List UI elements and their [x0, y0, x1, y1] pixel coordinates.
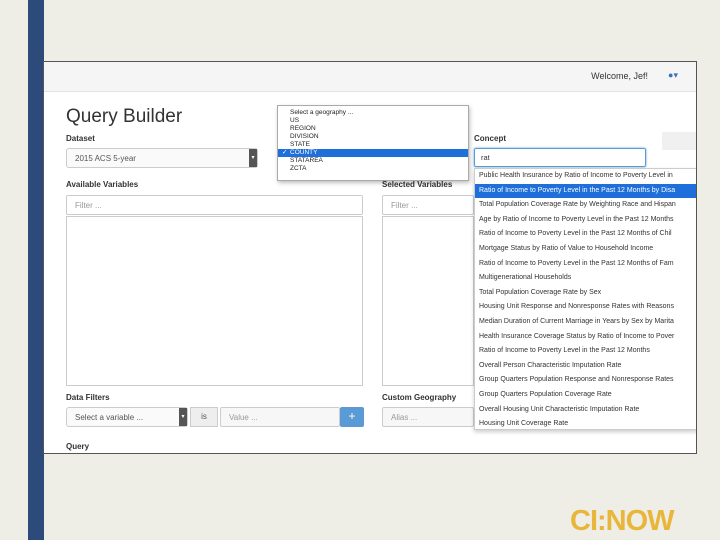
- custom-geography-label: Custom Geography: [382, 393, 457, 402]
- geography-option[interactable]: DIVISION: [278, 133, 468, 141]
- geography-option[interactable]: REGION: [278, 125, 468, 133]
- panel-background: [662, 132, 696, 150]
- concept-suggestion[interactable]: Total Population Coverage Rate by Weight…: [475, 198, 696, 213]
- filter-value-input[interactable]: Value ...: [220, 407, 340, 427]
- concept-suggestion[interactable]: Ratio of Income to Poverty Level in the …: [475, 183, 696, 199]
- concept-suggestion[interactable]: Group Quarters Population Response and N…: [475, 373, 696, 388]
- add-filter-button[interactable]: +: [340, 407, 364, 427]
- geography-option[interactable]: US: [278, 117, 468, 125]
- concept-search-input[interactable]: rat: [474, 148, 646, 167]
- chevron-down-icon: ▾: [179, 408, 187, 426]
- filter-variable-select[interactable]: Select a variable ... ▾: [66, 407, 188, 427]
- slide-sidebar-bar: [28, 0, 44, 540]
- concept-suggestion[interactable]: Total Population Coverage Rate by Sex: [475, 286, 696, 301]
- concept-suggestion[interactable]: Ratio of Income to Poverty Level in the …: [475, 227, 696, 242]
- geography-option[interactable]: STATAREA: [278, 157, 468, 165]
- geography-option[interactable]: ✓ COUNTY: [278, 149, 468, 157]
- available-variables-filter[interactable]: Filter ...: [66, 195, 363, 215]
- concept-suggestion[interactable]: Ratio of Income to Poverty Level in the …: [475, 344, 696, 359]
- data-filters-label: Data Filters: [66, 393, 110, 402]
- concept-label: Concept: [474, 134, 506, 143]
- user-icon[interactable]: ●▾: [668, 70, 678, 81]
- concept-suggestion[interactable]: Overall Person Characteristic Imputation…: [475, 359, 696, 374]
- welcome-text: Welcome, Jef!: [591, 71, 648, 81]
- custom-geography-alias-input[interactable]: Alias ...: [382, 407, 474, 427]
- concept-suggestion[interactable]: Ratio of Income to Poverty Level in the …: [475, 257, 696, 272]
- concept-suggestion[interactable]: Public Health Insurance by Ratio of Inco…: [475, 169, 696, 184]
- available-variables-list[interactable]: [66, 216, 363, 386]
- chevron-down-icon: ▾: [249, 149, 257, 167]
- cinow-logo: CI:NOW: [570, 505, 675, 537]
- concept-suggestion[interactable]: Health Insurance Coverage Status by Rati…: [475, 330, 696, 345]
- filter-variable-placeholder: Select a variable ...: [75, 413, 144, 422]
- check-icon: ✓: [282, 149, 288, 156]
- geography-option[interactable]: ZCTA: [278, 165, 468, 173]
- concept-suggestion[interactable]: Housing Unit Coverage Rate: [475, 417, 696, 429]
- concept-autocomplete-list[interactable]: Public Health Insurance by Ratio of Inco…: [474, 168, 696, 430]
- concept-suggestion[interactable]: Housing Unit Response and Nonresponse Ra…: [475, 300, 696, 315]
- page-title: Query Builder: [66, 106, 183, 127]
- dataset-select[interactable]: 2015 ACS 5-year ▾: [66, 148, 258, 168]
- concept-suggestion[interactable]: Age by Ratio of Income to Poverty Level …: [475, 213, 696, 228]
- selected-variables-filter[interactable]: Filter ...: [382, 195, 474, 215]
- selected-variables-list[interactable]: [382, 216, 474, 386]
- concept-suggestion[interactable]: Mortgage Status by Ratio of Value to Hou…: [475, 242, 696, 257]
- available-variables-label: Available Variables: [66, 180, 139, 189]
- dataset-select-value: 2015 ACS 5-year: [75, 154, 136, 163]
- geography-option[interactable]: Select a geography ...: [278, 109, 468, 117]
- top-navbar: Welcome, Jef! ●▾: [44, 62, 696, 92]
- concept-suggestion[interactable]: Overall Housing Unit Characteristic Impu…: [475, 403, 696, 418]
- concept-suggestion[interactable]: Multigenerational Households: [475, 271, 696, 286]
- dataset-label: Dataset: [66, 134, 95, 143]
- selected-variables-label: Selected Variables: [382, 180, 453, 189]
- geography-dropdown-menu[interactable]: Select a geography ... US REGION DIVISION ST…: [277, 105, 469, 181]
- query-label: Query: [66, 442, 90, 451]
- geography-option[interactable]: STATE: [278, 141, 468, 149]
- concept-suggestion[interactable]: Median Duration of Current Marriage in Y…: [475, 315, 696, 330]
- app-window: Welcome, Jef! ●▾ Query Builder Dataset 2…: [43, 61, 697, 454]
- filter-operator[interactable]: is: [190, 407, 218, 427]
- concept-suggestion[interactable]: Group Quarters Population Coverage Rate: [475, 388, 696, 403]
